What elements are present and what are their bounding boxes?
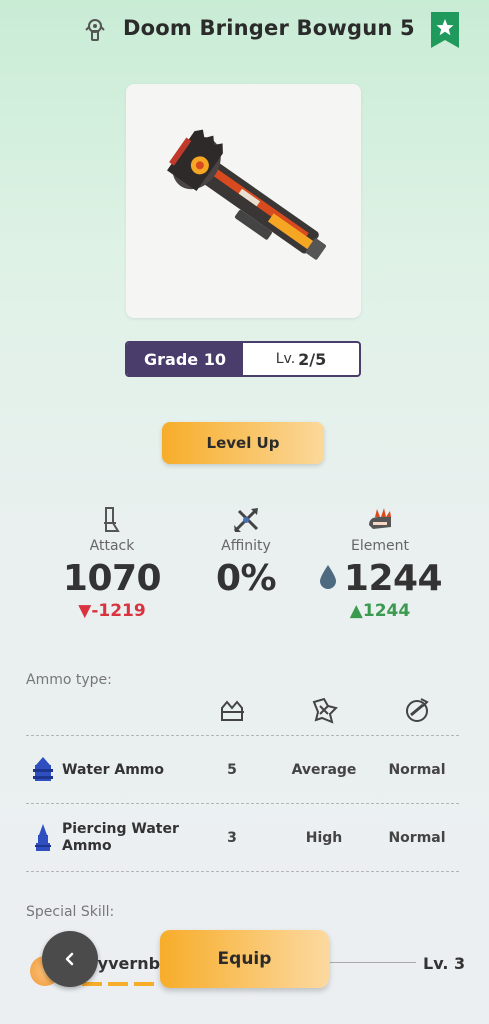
back-button[interactable] [42,931,98,987]
divider [26,735,459,736]
recoil-icon [312,697,338,724]
ammo-name: Water Ammo [62,762,164,778]
ammo-name-line: Piercing Water [62,821,179,837]
grade-level-indicator: Grade 10 Lv. 2/5 [125,341,361,377]
ammo-row: Water Ammo 5 Average Normal [26,737,459,803]
ammo-recoil: Average [291,762,357,778]
equip-button[interactable]: Equip [160,930,329,988]
attack-label: Attack [89,538,135,554]
ammo-name-line: Ammo [62,838,112,854]
ammo-capacity: 3 [227,830,237,846]
ammo-reload: Normal [388,830,446,846]
special-skill-section-label: Special Skill: [26,904,115,920]
page-title: Doom Bringer Bowgun 5 [123,16,415,40]
level-up-button[interactable]: Level Up [162,422,324,464]
ammo-recoil: High [305,830,343,846]
divider [26,871,459,872]
attack-delta-value: -1219 [91,601,146,621]
element-value: 1244 [343,558,443,599]
skill-pip [108,982,128,986]
ammo-capacity: 5 [227,762,237,778]
star-bookmark-icon[interactable] [431,12,459,48]
water-ammo-icon [33,757,53,781]
element-delta-value: 1244 [362,601,411,621]
ammo-row: Piercing Water Ammo 3 High Normal [26,805,459,871]
bowgun-weapon-image [167,129,326,260]
sword-icon [104,507,120,532]
affinity-value: 0% [215,558,277,599]
grade-label: Grade 10 [127,343,243,375]
element-delta: ▲1244 [349,601,411,621]
weapon-image-card [126,84,361,318]
crossed-blades-icon [233,508,259,533]
element-stat: Element 1244 ▲1244 [310,505,450,621]
element-label: Element [351,538,409,554]
affinity-stat: Affinity 0% [176,505,316,599]
skill-level: Lv. 3 [423,954,466,973]
level-prefix: Lv. [275,351,296,367]
piercing-ammo-icon [35,824,51,851]
level-value: 2/5 [298,349,327,369]
skill-divider-line [330,962,416,963]
attack-delta: ▼-1219 [78,601,146,621]
water-drop-icon [319,565,336,589]
capacity-icon [221,700,244,721]
chevron-left-icon [65,952,74,966]
element-claw-icon [369,508,391,529]
attack-value: 1070 [62,558,162,599]
attack-stat: Attack 1070 ▼-1219 [42,505,182,621]
reload-icon [406,698,429,722]
ammo-reload: Normal [388,762,446,778]
affinity-label: Affinity [221,538,271,554]
header: Doom Bringer Bowgun 5 [0,0,489,62]
skill-pip [134,982,154,986]
bowgun-type-icon [85,19,105,41]
skill-level-pips [82,982,154,986]
ammo-name: Piercing Water Ammo [62,821,179,855]
element-value-row: 1244 [310,558,450,599]
weapon-level: Lv. 2/5 [243,343,359,375]
divider [26,803,459,804]
ammo-section-label: Ammo type: [26,672,112,688]
